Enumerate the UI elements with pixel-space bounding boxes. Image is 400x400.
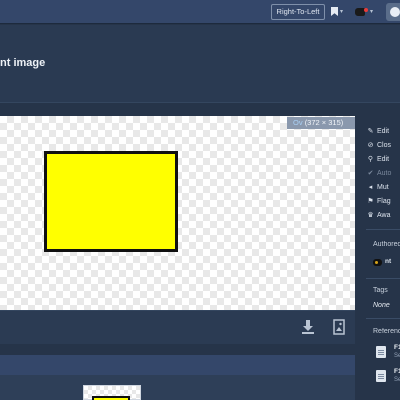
document-icon	[376, 370, 386, 382]
sidebar-action-award[interactable]: ♛ Awa	[366, 210, 400, 222]
bookmark-icon	[331, 7, 338, 16]
view-image-button[interactable]	[328, 317, 350, 337]
volume-icon: ◂	[368, 184, 373, 191]
reference-title: F1	[394, 344, 400, 351]
gallery-panel-header	[0, 355, 355, 375]
download-button[interactable]	[297, 317, 319, 337]
reference-subtitle: Se	[394, 353, 400, 359]
avatar	[373, 259, 382, 266]
sidebar-divider	[366, 229, 400, 230]
image-icon	[333, 319, 345, 335]
author-name: nt	[385, 258, 392, 265]
trophy-icon: ♛	[367, 212, 374, 219]
avatar	[355, 8, 368, 16]
tags-value: None	[373, 302, 390, 309]
globe-icon	[390, 7, 400, 17]
tags-heading: Tags	[373, 287, 388, 294]
thumbnail-yellow-shape	[92, 396, 130, 400]
chevron-down-icon: ▾	[370, 9, 374, 15]
sidebar-action-edit-link[interactable]: ⚲ Edit	[366, 154, 400, 166]
yellow-rectangle-image	[44, 151, 178, 252]
chevron-down-icon: ▾	[340, 9, 344, 15]
globe-button[interactable]	[386, 3, 400, 21]
sidebar-action-auto[interactable]: ✔ Auto	[366, 168, 400, 180]
check-circle-icon: ✔	[367, 170, 374, 177]
image-dimensions-text: (372 × 315)	[304, 118, 344, 127]
download-icon	[302, 320, 314, 334]
reference-subtitle: Se	[394, 377, 400, 383]
flag-icon: ⚑	[367, 198, 374, 205]
references-heading: Reference	[373, 328, 400, 335]
image-dimensions-badge: Ov (372 × 315)	[287, 117, 355, 129]
image-viewer[interactable]	[0, 116, 355, 310]
top-navigation-bar: Right-To-Left ▾ ▾	[0, 0, 400, 24]
author-link[interactable]: nt	[373, 258, 400, 268]
sidebar-action-close[interactable]: ⊘ Clos	[366, 140, 400, 152]
reference-item[interactable]: F1 Se	[376, 344, 400, 362]
sidebar-divider	[366, 318, 400, 319]
image-thumbnail[interactable]	[83, 385, 141, 400]
reference-title: F1	[394, 368, 400, 375]
link-icon: ⚲	[367, 156, 374, 163]
page-header	[0, 25, 400, 103]
sidebar-divider	[366, 278, 400, 279]
original-size-link[interactable]: Ov	[287, 118, 303, 127]
document-icon	[376, 346, 386, 358]
bookmark-menu[interactable]: ▾	[331, 5, 347, 19]
right-to-left-button[interactable]: Right-To-Left	[271, 4, 325, 20]
sidebar-action-mute[interactable]: ◂ Mut	[366, 182, 400, 194]
pencil-icon: ✎	[367, 128, 374, 135]
reference-item[interactable]: F1 Se	[376, 368, 400, 386]
authored-heading: Authored	[373, 241, 400, 248]
page-title: nt image	[0, 57, 46, 69]
user-menu[interactable]: ▾	[355, 5, 377, 19]
close-circle-icon: ⊘	[367, 142, 374, 149]
sidebar-action-flag[interactable]: ⚑ Flag	[366, 196, 400, 208]
sidebar-action-edit[interactable]: ✎ Edit	[366, 126, 400, 138]
